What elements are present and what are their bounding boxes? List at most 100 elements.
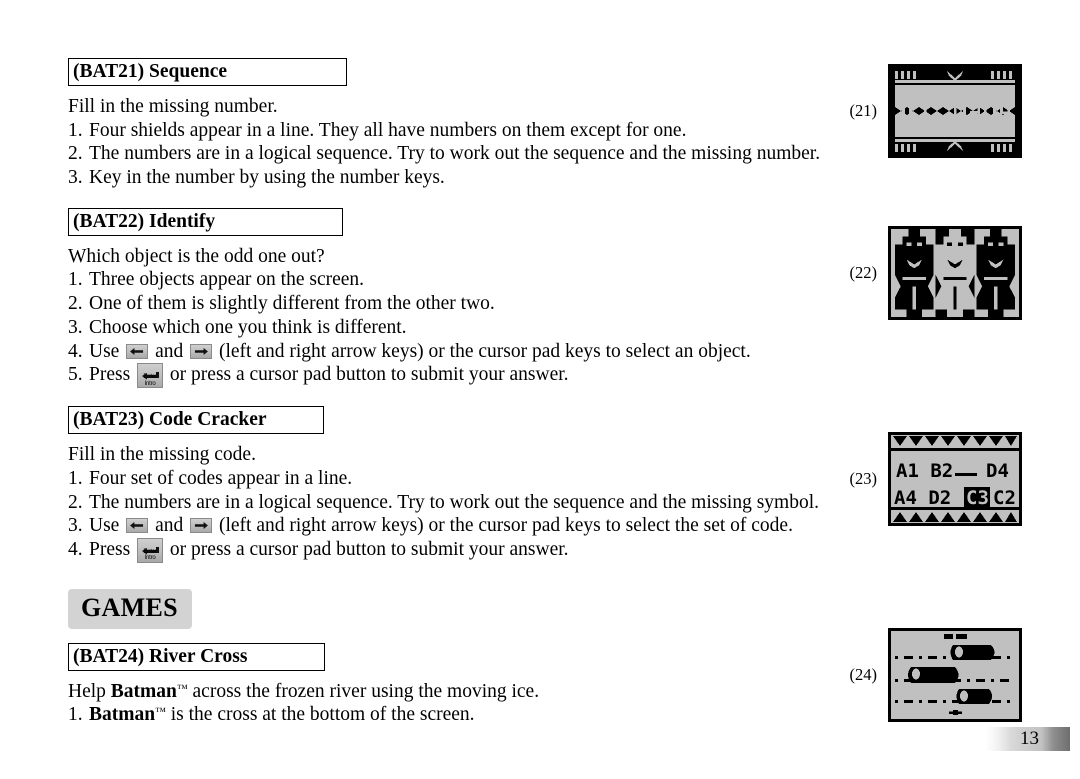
step-number: 4. — [68, 538, 83, 560]
left-arrow-key-icon — [126, 343, 149, 359]
step-number: 4. — [68, 340, 83, 362]
page-number: 13 — [1020, 728, 1039, 749]
list-item: 3. Key in the number by using the number… — [68, 166, 878, 190]
list-item: 3. Use and (left and right arrow keys) o… — [68, 514, 878, 538]
trademark-symbol: ™ — [155, 706, 166, 719]
intro-text-b: across the frozen river using the moving… — [187, 680, 540, 702]
steps-bat21: 1. Four shields appear in a line. They a… — [68, 119, 878, 190]
svg-text:A1 B2: A1 B2 — [896, 460, 953, 482]
list-item: 5. Press Enter Intro or press a cursor pa… — [68, 363, 878, 389]
step-number: 1. — [68, 704, 83, 726]
enter-key-icon: Enter Intro — [137, 363, 164, 389]
step-number: 3. — [68, 167, 83, 189]
step-number: 2. — [68, 491, 83, 513]
heading-bat24: (BAT24) River Cross — [68, 642, 325, 671]
step-text-post: or press a cursor pad button to submit y… — [165, 538, 569, 560]
river-cross-graphic — [891, 631, 1019, 719]
figure-bat24: (24) — [850, 628, 1022, 722]
figure-bat21: (21) — [850, 64, 1022, 158]
right-arrow-key-icon — [190, 518, 213, 534]
step-number: 1. — [68, 119, 83, 141]
step-text: Three objects appear on the screen. — [89, 269, 365, 291]
list-item: 1. Three objects appear on the screen. — [68, 268, 878, 292]
games-banner-wrap: GAMES — [68, 588, 878, 629]
step-text-pre: Use — [89, 340, 125, 362]
shield-sequence-screen — [888, 64, 1022, 158]
manual-page: (BAT21) Sequence Fill in the missing num… — [0, 0, 1080, 779]
step-text: One of them is slightly different from t… — [89, 293, 495, 315]
step-text-pre: Use — [89, 515, 125, 537]
step-text: Choose which one you think is different. — [89, 316, 407, 338]
identify-screen — [888, 226, 1022, 320]
svg-text:A4 D2: A4 D2 — [894, 487, 951, 509]
intro-bat22: Which object is the odd one out? — [68, 245, 325, 267]
step-number: 1. — [68, 269, 83, 291]
list-item: 1. Batman™ is the cross at the bottom of … — [68, 703, 878, 727]
step-number: 2. — [68, 143, 83, 165]
batman-brand: Batman — [89, 704, 156, 726]
step-text-pre: Press — [89, 364, 136, 386]
trademark-symbol: ™ — [176, 682, 188, 695]
figure-caption-24: (24) — [849, 665, 878, 684]
intro-bat24: Help Batman™ across the frozen river usi… — [68, 680, 878, 704]
list-item: 2. One of them is slightly different fro… — [68, 292, 878, 316]
step-number: 1. — [68, 467, 83, 489]
enter-key-label-es: Intro — [144, 555, 156, 562]
list-item: 4. Press Enter Intro or press a cursor pa… — [68, 537, 878, 563]
step-text-post: (left and right arrow keys) or the curso… — [214, 515, 793, 537]
section-bat24: (BAT24) River Cross Help Batman™ across … — [68, 642, 878, 727]
list-item: 2. The numbers are in a logical sequence… — [68, 142, 878, 166]
list-item: 1. Four shields appear in a line. They a… — [68, 119, 878, 143]
heading-bat21: (BAT21) Sequence — [68, 58, 347, 86]
identify-graphic — [891, 229, 1019, 317]
intro-bat21: Fill in the missing number. — [68, 96, 278, 117]
step-number: 3. — [68, 515, 83, 537]
step-text-pre: Press — [89, 538, 136, 560]
steps-bat22: 1. Three objects appear on the screen. 2… — [68, 268, 878, 389]
heading-bat23: (BAT23) Code Cracker — [68, 406, 324, 435]
list-item: 2. The numbers are in a logical sequence… — [68, 491, 878, 515]
step-text: The numbers are in a logical sequence. T… — [89, 143, 821, 165]
step-text: Key in the number by using the number ke… — [89, 167, 445, 189]
step-text: is the cross at the bottom of the screen… — [165, 704, 475, 726]
step-number: 2. — [68, 293, 83, 315]
section-bat21: (BAT21) Sequence Fill in the missing num… — [68, 58, 878, 190]
code-cracker-graphic: A1 B2 D4 A4 D2 C3 C2 — [891, 435, 1019, 523]
figure-bat23: (23) A1 B2 D4 A4 D2 C3 C2 — [850, 432, 1022, 526]
figure-caption-23: (23) — [849, 469, 878, 488]
heading-bat22: (BAT22) Identify — [68, 207, 343, 236]
svg-text:D4: D4 — [986, 460, 1009, 482]
enter-key-icon: Enter Intro — [137, 537, 164, 563]
enter-return-arrow-icon — [138, 364, 162, 380]
svg-text:C3: C3 — [966, 487, 989, 509]
step-number: 3. — [68, 316, 83, 338]
step-text-post: (left and right arrow keys) or the curso… — [214, 340, 751, 362]
step-text-post: or press a cursor pad button to submit y… — [165, 364, 569, 386]
step-number: 5. — [68, 364, 83, 386]
step-text: The numbers are in a logical sequence. T… — [89, 491, 820, 513]
enter-key-label-es: Intro — [144, 380, 156, 387]
step-text-mid: and — [150, 515, 189, 537]
intro-bat23: Fill in the missing code. — [68, 444, 256, 466]
enter-return-arrow-icon — [138, 539, 162, 555]
figure-bat22: (22) — [850, 226, 1022, 320]
page-number-footer: 13 — [986, 727, 1070, 751]
list-item: 4. Use and (left and right arrow keys) o… — [68, 340, 878, 364]
left-arrow-key-icon — [126, 518, 149, 534]
river-cross-screen — [888, 628, 1022, 722]
list-item: 3. Choose which one you think is differe… — [68, 316, 878, 340]
section-bat22: (BAT22) Identify Which object is the odd… — [68, 207, 878, 389]
figure-caption-22: (22) — [849, 263, 878, 282]
code-cracker-screen: A1 B2 D4 A4 D2 C3 C2 — [888, 432, 1022, 526]
games-banner: GAMES — [68, 588, 192, 629]
figure-caption-21: (21) — [849, 101, 878, 120]
instructions-column: (BAT21) Sequence Fill in the missing num… — [68, 58, 878, 727]
list-item: 1. Four set of codes appear in a line. — [68, 467, 878, 491]
steps-bat24: 1. Batman™ is the cross at the bottom of … — [68, 703, 878, 727]
svg-text:C2: C2 — [993, 487, 1016, 509]
intro-text-a: Help — [68, 680, 111, 702]
right-arrow-key-icon — [190, 343, 213, 359]
step-text-mid: and — [150, 340, 189, 362]
step-text: Four set of codes appear in a line. — [89, 467, 353, 489]
step-text: Four shields appear in a line. They all … — [89, 119, 687, 141]
